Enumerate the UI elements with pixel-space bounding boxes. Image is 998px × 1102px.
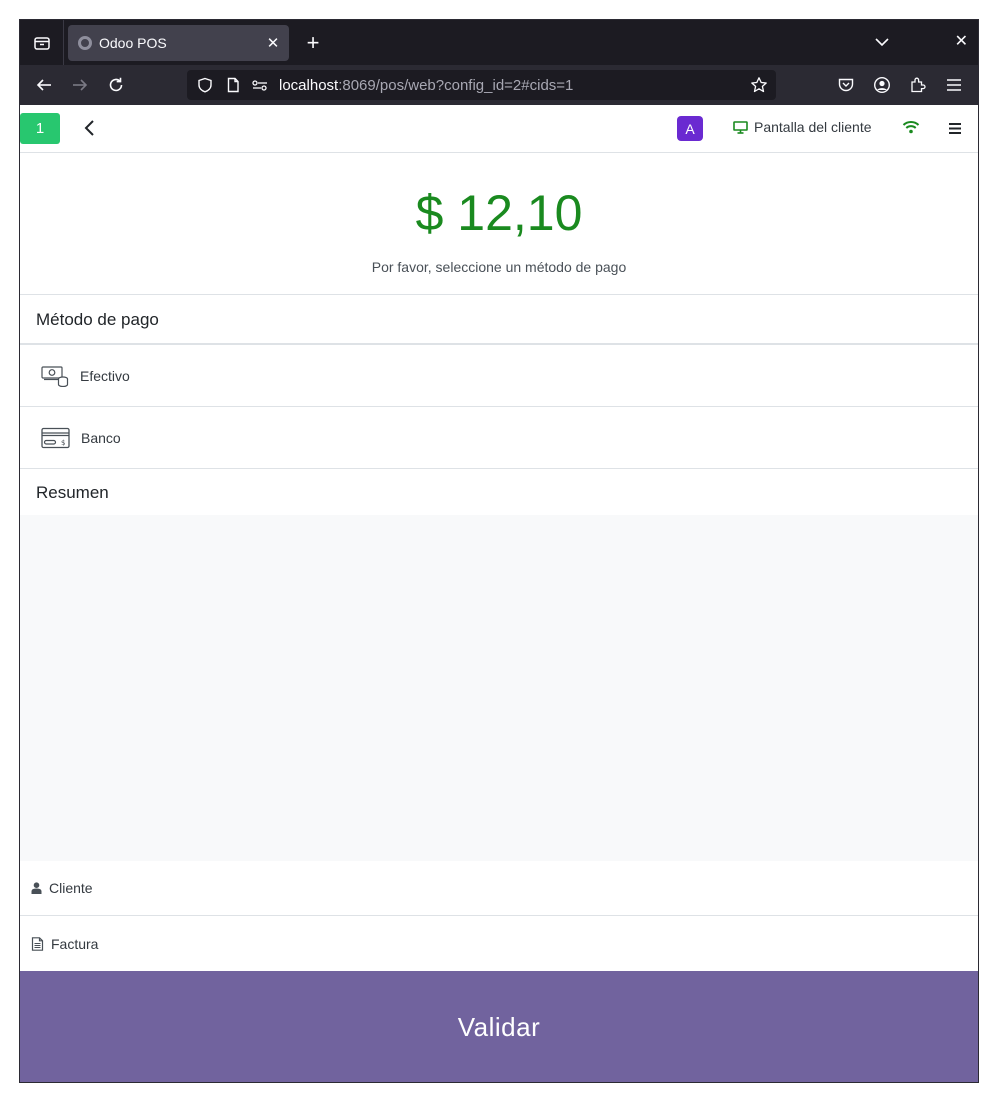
back-button[interactable] (34, 75, 54, 95)
summary-title: Resumen (20, 469, 978, 518)
extensions-button[interactable] (908, 75, 928, 95)
user-avatar[interactable]: A (677, 116, 703, 141)
customer-label: Cliente (49, 880, 93, 896)
tab-title: Odoo POS (99, 34, 167, 51)
bookmark-star-icon[interactable] (750, 76, 768, 94)
window-close-button[interactable]: ✕ (955, 31, 968, 51)
tab-favicon-icon (78, 35, 92, 50)
back-to-products-button[interactable] (82, 118, 98, 138)
browser-tab[interactable]: Odoo POS ✕ (68, 24, 289, 61)
cash-icon (41, 365, 69, 387)
customer-button[interactable]: Cliente (20, 861, 978, 916)
chevron-down-icon (875, 38, 889, 47)
new-tab-button[interactable]: + (303, 31, 323, 53)
order-number-badge[interactable]: 1 (20, 113, 60, 144)
permissions-icon (252, 80, 267, 91)
forward-button[interactable] (70, 75, 90, 95)
invoice-button[interactable]: Factura (20, 916, 978, 971)
puzzle-icon (911, 77, 926, 93)
reload-icon (109, 77, 123, 92)
customer-display-label: Pantalla del cliente (754, 119, 872, 135)
file-text-icon (31, 936, 44, 951)
browser-window: Odoo POS ✕ + ✕ localhost:8069/pos/web?co… (19, 19, 979, 1083)
connection-status-button[interactable] (902, 120, 920, 139)
tab-list-button[interactable] (872, 32, 892, 52)
reload-button[interactable] (106, 75, 126, 95)
payment-method-label: Banco (81, 429, 121, 446)
total-amount: $ 12,10 (415, 185, 583, 241)
hamburger-icon (947, 79, 961, 91)
user-icon (31, 882, 42, 894)
payment-hint: Por favor, seleccione un método de pago (371, 259, 627, 275)
pos-header: 1 A Pantalla del cliente (20, 105, 978, 153)
payment-methods-title: Método de pago (20, 296, 978, 345)
arrow-left-icon (36, 79, 51, 91)
hamburger-icon (949, 123, 961, 134)
url-path: :8069/pos/web?config_id=2#cids=1 (338, 76, 574, 94)
tab-close-icon[interactable]: ✕ (265, 34, 281, 52)
tab-overview-button[interactable] (20, 20, 64, 65)
app-menu-button[interactable] (944, 75, 964, 95)
validate-button[interactable]: Validar (20, 971, 978, 1082)
account-button[interactable] (872, 75, 892, 95)
url-bar[interactable]: localhost:8069/pos/web?config_id=2#cids=… (187, 70, 776, 100)
monitor-icon (733, 120, 748, 134)
page-icon (227, 77, 239, 93)
bank-card-icon: $ (41, 427, 70, 448)
wifi-icon (902, 121, 920, 134)
payment-method-bank[interactable]: $ Banco (20, 407, 978, 469)
chevron-left-icon (84, 120, 94, 136)
payment-method-cash[interactable]: Efectivo (20, 345, 978, 407)
arrow-right-icon (73, 79, 88, 91)
account-icon (873, 76, 891, 94)
url-text[interactable]: localhost:8069/pos/web?config_id=2#cids=… (279, 77, 573, 94)
pocket-icon (838, 78, 854, 92)
invoice-label: Factura (51, 935, 99, 952)
browser-tab-bar: Odoo POS ✕ + ✕ (20, 20, 978, 65)
payment-amount-section: $ 12,10 Por favor, seleccione un método … (20, 154, 978, 295)
browser-nav-bar: localhost:8069/pos/web?config_id=2#cids=… (20, 65, 978, 105)
url-host: localhost (279, 76, 339, 94)
payment-method-label: Efectivo (80, 367, 130, 384)
pos-menu-button[interactable] (948, 122, 962, 140)
svg-text:$: $ (61, 439, 65, 447)
shield-icon (198, 77, 212, 93)
payment-summary-area (20, 515, 978, 861)
tab-overview-icon (33, 36, 50, 50)
customer-display-button[interactable]: Pantalla del cliente (733, 119, 872, 135)
pocket-button[interactable] (836, 75, 856, 95)
